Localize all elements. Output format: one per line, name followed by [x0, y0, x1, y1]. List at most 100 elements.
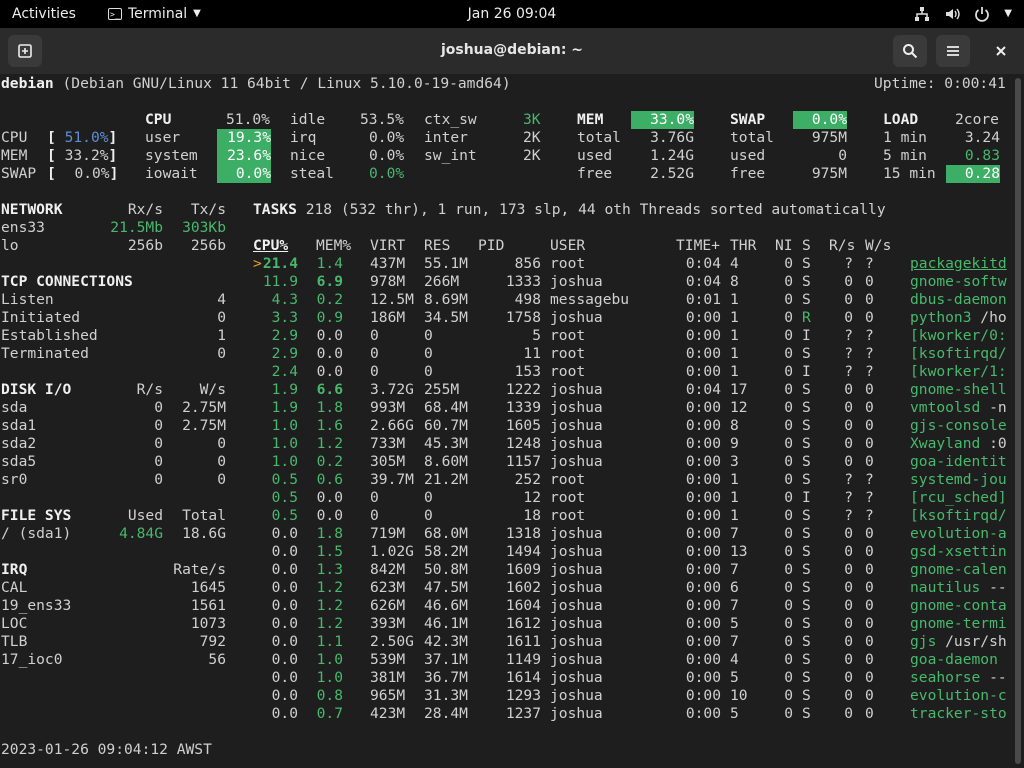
header-col-ni[interactable]: NI — [775, 237, 793, 255]
volume-icon[interactable] — [944, 6, 960, 22]
process-threads: 1 — [730, 291, 739, 308]
process-command[interactable]: gnome-calen — [910, 561, 1010, 579]
process-read-rate: 0 — [844, 543, 853, 560]
process-command[interactable]: gnome-shell — [910, 381, 1010, 399]
process-mem: 0.2 — [316, 453, 343, 470]
process-command[interactable]: seahorse -- — [910, 669, 1010, 687]
process-command[interactable]: goa-identit — [910, 453, 1010, 471]
menu-button[interactable] — [936, 35, 970, 67]
terminal-icon: >_ — [108, 8, 122, 20]
terminal-headerbar: joshua@debian: ~ — [0, 28, 1024, 75]
header-col-thr[interactable]: THR — [730, 237, 756, 255]
process-cpu: 0.5 — [271, 489, 298, 506]
process-virt: 3.72G — [370, 381, 414, 398]
header-col-virt[interactable]: VIRT — [370, 237, 405, 255]
process-command[interactable]: packagekitd — [910, 255, 1010, 273]
header-col-cpu[interactable]: CPU% — [253, 237, 288, 255]
process-virt: 539M — [370, 651, 406, 668]
header-col-time[interactable]: TIME+ — [676, 237, 720, 255]
irq-rate-value: 1645 — [190, 579, 226, 596]
process-command[interactable]: gnome-conta — [910, 597, 1010, 615]
scrollbar[interactable] — [1015, 78, 1021, 764]
process-command[interactable]: gnome-softw — [910, 273, 1010, 291]
disk-write-value: 0 — [217, 453, 226, 470]
process-res: 0 — [424, 327, 433, 344]
process-res: 68.0M — [424, 525, 468, 542]
process-time: 0:00 — [685, 705, 721, 722]
process-virt: 393M — [370, 615, 406, 632]
process-read-rate: 0 — [844, 417, 853, 434]
process-time: 0:00 — [685, 579, 721, 596]
process-command[interactable]: nautilus -- — [910, 579, 1010, 597]
process-mem: 1.2 — [316, 435, 343, 452]
process-write-rate: 0 — [865, 633, 874, 650]
disk-name: sda1 — [1, 417, 37, 434]
process-mem: 0.9 — [316, 309, 343, 326]
process-command[interactable]: gjs-console — [910, 417, 1010, 435]
process-read-rate: 0 — [844, 291, 853, 308]
process-command[interactable]: [ksoftirqd/ — [910, 507, 1010, 525]
process-command[interactable]: vmtoolsd -n — [910, 399, 1010, 417]
fs-root-used: 4.84G — [119, 525, 163, 542]
process-virt: 305M — [370, 453, 406, 470]
process-command[interactable]: evolution-a — [910, 525, 1010, 543]
process-virt: 1.02G — [370, 543, 414, 560]
process-command[interactable]: tracker-sto — [910, 705, 1010, 723]
process-threads: 4 — [730, 255, 739, 272]
process-write-rate: ? — [865, 363, 874, 380]
process-write-rate: 0 — [865, 615, 874, 632]
terminal-content[interactable]: debian (Debian GNU/Linux 11 64bit / Linu… — [0, 74, 1024, 768]
network-icon[interactable] — [914, 6, 930, 22]
process-command[interactable]: [kworker/1: — [910, 363, 1010, 381]
disk-write-value: 2.75M — [182, 417, 226, 434]
process-write-rate: 0 — [865, 669, 874, 686]
process-command[interactable]: [kworker/0: — [910, 327, 1010, 345]
header-col-s[interactable]: S — [802, 237, 811, 255]
header-col-user[interactable]: USER — [550, 237, 585, 255]
search-button[interactable] — [893, 35, 927, 67]
process-command[interactable]: gjs /usr/sh — [910, 633, 1010, 651]
process-mem: 1.8 — [316, 525, 343, 542]
process-command[interactable]: evolution-c — [910, 687, 1010, 705]
header-col-pid[interactable]: PID — [478, 237, 504, 255]
process-command[interactable]: Xwayland :0 — [910, 435, 1010, 453]
process-pid: 856 — [514, 255, 541, 272]
process-threads: 1 — [730, 507, 739, 524]
process-cpu: 0.0 — [271, 615, 298, 632]
swap-header: SWAP — [730, 111, 766, 128]
process-command[interactable]: gnome-termi — [910, 615, 1010, 633]
header-col-mem[interactable]: MEM% — [316, 237, 351, 255]
chevron-down-icon[interactable]: ▼ — [1004, 0, 1012, 28]
swap-used-value: 0 — [838, 147, 847, 164]
new-tab-button[interactable] — [8, 35, 42, 67]
irq-name: TLB — [1, 633, 28, 650]
process-command[interactable]: gsd-xsettin — [910, 543, 1010, 561]
network-lo-tx: 256b — [190, 237, 226, 254]
activities-button[interactable]: Activities — [12, 0, 76, 28]
close-button[interactable] — [984, 35, 1018, 67]
app-menu-button[interactable]: >_ Terminal ▼ — [108, 0, 201, 28]
process-command[interactable]: goa-daemon — [910, 651, 1010, 669]
process-command[interactable]: python3 /ho — [910, 309, 1010, 327]
process-user: joshua — [550, 525, 603, 542]
process-time: 0:00 — [685, 399, 721, 416]
load-1min-label: 1 min — [883, 129, 927, 146]
system-tray[interactable]: ▼ — [914, 0, 1012, 28]
process-pid: 1237 — [505, 705, 541, 722]
header-col-rs[interactable]: R/s — [829, 237, 855, 255]
header-col-ws[interactable]: W/s — [865, 237, 891, 255]
process-command[interactable]: [rcu_sched] — [910, 489, 1010, 507]
process-res: 45.3M — [424, 435, 468, 452]
ctx-sw-label: ctx_sw — [424, 111, 477, 128]
close-icon — [996, 46, 1006, 56]
cpu-idle-label: idle — [290, 111, 326, 128]
process-command[interactable]: [ksoftirqd/ — [910, 345, 1010, 363]
process-user: root — [550, 255, 586, 272]
process-write-rate: ? — [865, 255, 874, 272]
clock-button[interactable]: Jan 26 09:04 — [468, 6, 557, 22]
header-col-res[interactable]: RES — [424, 237, 450, 255]
process-command[interactable]: systemd-jou — [910, 471, 1010, 489]
power-icon[interactable] — [974, 6, 990, 22]
process-command[interactable]: dbus-daemon — [910, 291, 1010, 309]
process-pid: 1758 — [505, 309, 541, 326]
